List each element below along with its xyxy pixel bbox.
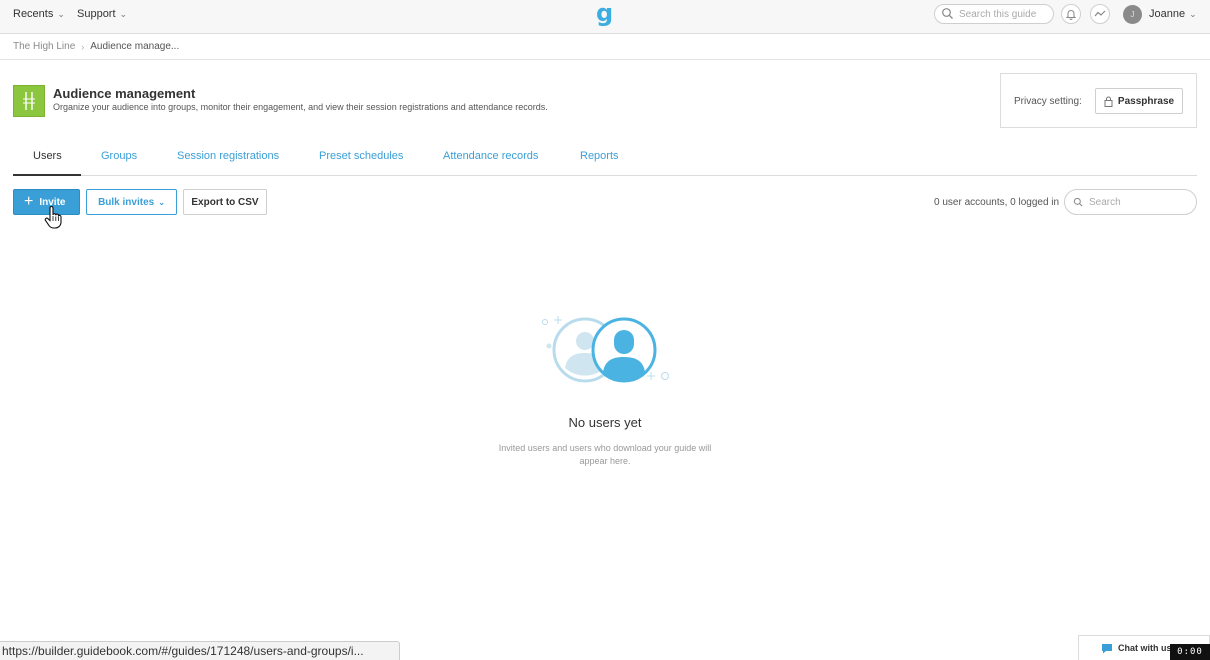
breadcrumb: The High Line › Audience manage... <box>13 41 179 52</box>
privacy-setting-panel: Privacy setting: Passphrase <box>1000 73 1197 128</box>
bell-icon <box>1065 10 1077 20</box>
high-line-logo-icon <box>23 92 35 110</box>
page-title: Audience management <box>53 86 196 101</box>
breadcrumb-guide-link[interactable]: The High Line <box>13 41 75 52</box>
empty-state-description: Invited users and users who download you… <box>498 443 712 466</box>
chat-bubble-icon <box>1102 643 1112 653</box>
user-count-text: 0 user accounts, 0 logged in <box>934 197 1060 208</box>
chevron-down-icon: ⌄ <box>119 8 128 19</box>
export-csv-button[interactable]: Export to CSV <box>183 189 267 215</box>
support-menu[interactable]: Support ⌄ <box>77 0 127 28</box>
recording-badge: 0:00 <box>1170 644 1210 660</box>
tab-groups[interactable]: Groups <box>101 140 137 176</box>
tab-preset-schedules[interactable]: Preset schedules <box>319 140 403 176</box>
passphrase-label: Passphrase <box>1117 95 1175 107</box>
user-search-input[interactable] <box>1089 196 1189 208</box>
users-illustration-icon <box>542 316 669 383</box>
user-menu[interactable]: J Joanne ⌄ <box>1123 4 1197 24</box>
recents-menu[interactable]: Recents ⌄ <box>13 0 65 28</box>
guide-icon <box>13 85 45 117</box>
tab-users[interactable]: Users <box>13 140 81 176</box>
chat-label: Chat with us <box>1118 643 1172 653</box>
page-subtitle: Organize your audience into groups, moni… <box>53 102 548 112</box>
top-bar: Recents ⌄ Support ⌄ g J Joanne ⌄ <box>0 0 1210 34</box>
search-icon <box>942 8 953 19</box>
notifications-button[interactable] <box>1061 4 1081 24</box>
bulk-invites-label: Bulk invites <box>98 196 155 208</box>
chevron-down-icon: ⌄ <box>57 8 65 19</box>
divider <box>0 59 1210 60</box>
status-bar-url: https://builder.guidebook.com/#/guides/1… <box>0 641 400 660</box>
breadcrumb-current: Audience manage... <box>90 41 180 52</box>
guide-search-input[interactable] <box>959 8 1051 20</box>
search-icon <box>1073 197 1083 206</box>
tab-attendance-records[interactable]: Attendance records <box>443 140 538 176</box>
tab-reports[interactable]: Reports <box>580 140 619 176</box>
recents-label: Recents <box>13 8 54 20</box>
chevron-right-icon: › <box>81 41 85 52</box>
guide-search-box[interactable] <box>934 4 1054 24</box>
plus-icon: + <box>24 193 34 210</box>
avatar: J <box>1123 4 1142 24</box>
chevron-down-icon: ⌄ <box>158 197 165 207</box>
guidebook-logo[interactable]: g <box>596 1 613 25</box>
user-search-box[interactable] <box>1064 189 1197 215</box>
support-label: Support <box>77 8 116 20</box>
chevron-down-icon: ⌄ <box>1189 8 1197 19</box>
user-name: Joanne <box>1149 8 1186 20</box>
export-csv-label: Export to CSV <box>191 196 259 208</box>
bulk-invites-button[interactable]: Bulk invites ⌄ <box>86 189 177 215</box>
empty-state-title: No users yet <box>568 415 642 430</box>
tab-session-registrations[interactable]: Session registrations <box>177 140 279 176</box>
activity-button[interactable] <box>1090 4 1110 24</box>
lock-icon <box>1104 96 1113 107</box>
privacy-setting-label: Privacy setting: <box>1014 96 1082 107</box>
tab-bar: Users Groups Session registrations Prese… <box>13 140 1197 176</box>
hand-cursor-icon <box>44 206 62 229</box>
activity-icon <box>1094 10 1106 17</box>
passphrase-button[interactable]: Passphrase <box>1095 88 1183 114</box>
